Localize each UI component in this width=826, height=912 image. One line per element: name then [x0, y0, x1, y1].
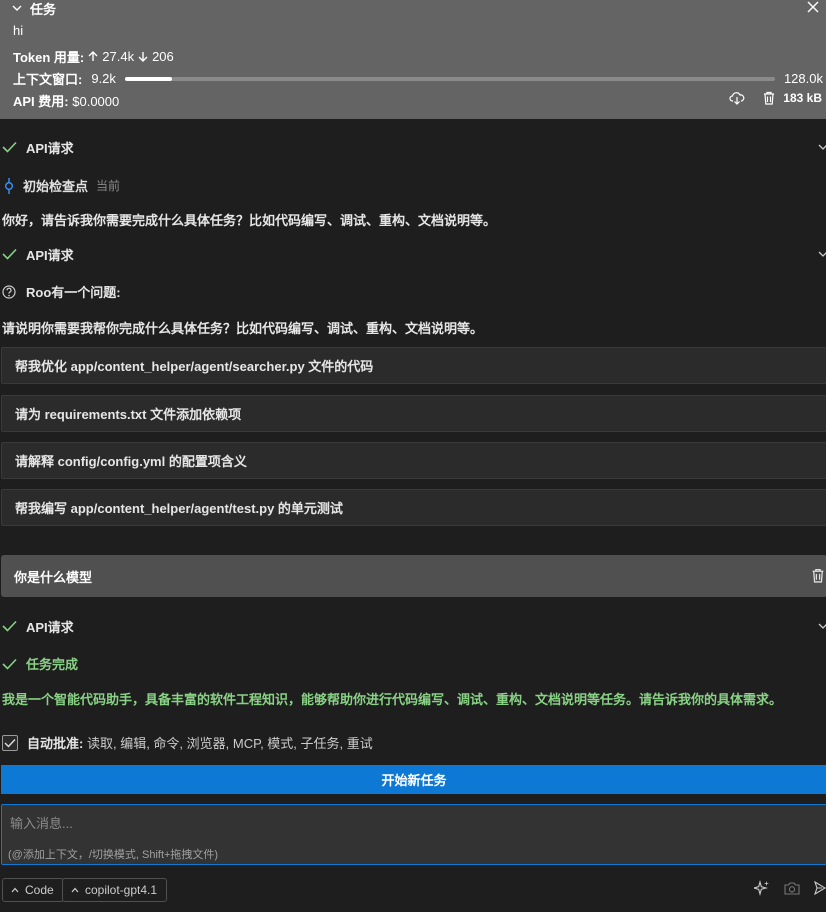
- suggestion-button[interactable]: 帮我优化 app/content_helper/agent/searcher.p…: [1, 347, 826, 384]
- task-title: 任务: [30, 1, 57, 17]
- check-icon: [2, 658, 17, 670]
- context-progress-fill: [124, 76, 172, 81]
- completion-message: 我是一个智能代码助手，具备丰富的软件工程知识，能够帮助你进行代码编写、调试、重构…: [2, 692, 783, 707]
- arrow-up-icon: [88, 51, 98, 61]
- check-icon: [2, 248, 17, 260]
- tokens-up: 27.4k: [102, 49, 135, 64]
- api-request-row[interactable]: API请求: [2, 245, 826, 263]
- message-input-hint: (@添加上下文，/切换模式, Shift+拖拽文件): [8, 849, 219, 861]
- api-request-row[interactable]: API请求: [2, 617, 826, 635]
- mode-label: Code: [25, 883, 54, 897]
- suggestion-button[interactable]: 帮我编写 app/content_helper/agent/test.py 的单…: [1, 489, 826, 526]
- api-request-label: API请求: [26, 247, 74, 263]
- message-input[interactable]: 输入消息... (@添加上下文，/切换模式, Shift+拖拽文件): [1, 804, 826, 865]
- question-label: Roo有一个问题:: [26, 285, 121, 300]
- checkpoint-current-badge: 当前: [96, 179, 121, 193]
- message-input-placeholder: 输入消息...: [10, 816, 73, 831]
- send-icon[interactable]: [814, 881, 826, 895]
- chevron-down-icon: [818, 623, 826, 629]
- checkpoint-label: 初始检查点: [23, 179, 89, 194]
- context-window: 上下文窗口: 9.2k 128.0k: [13, 69, 823, 88]
- task-header: 任务 hi Token 用量: 27.4k 206 上下文窗口: 9.2k 12…: [0, 0, 826, 119]
- context-used: 9.2k: [91, 71, 116, 86]
- task-title-toggle[interactable]: 任务: [12, 0, 57, 17]
- auto-approve-checkbox[interactable]: [2, 734, 18, 751]
- chevron-down-icon: [12, 5, 22, 11]
- check-icon: [2, 141, 17, 153]
- sparkle-icon[interactable]: [754, 880, 770, 896]
- token-usage: Token 用量: 27.4k 206: [13, 47, 174, 66]
- task-complete-label: 任务完成: [26, 657, 79, 672]
- start-new-task-button[interactable]: 开始新任务: [1, 765, 826, 794]
- context-label: 上下文窗口:: [13, 72, 83, 87]
- trash-icon[interactable]: [811, 568, 825, 583]
- tokens-down: 206: [152, 49, 174, 64]
- suggestion-button[interactable]: 请为 requirements.txt 文件添加依赖项: [1, 395, 826, 432]
- checkpoint-row[interactable]: 初始检查点 当前: [3, 176, 120, 195]
- close-icon[interactable]: [806, 0, 820, 14]
- chevron-up-icon: [71, 887, 79, 893]
- input-actions: [754, 880, 826, 896]
- api-cost: API 费用: $0.0000: [13, 91, 119, 110]
- check-icon: [4, 738, 16, 748]
- cloud-download-icon[interactable]: [729, 91, 745, 105]
- model-label: copilot-gpt4.1: [85, 883, 158, 897]
- question-text: 请说明你需要我帮你完成什么具体任务？比如代码编写、调试、重构、文档说明等。: [2, 321, 484, 336]
- chevron-down-icon: [818, 144, 826, 150]
- task-size: 183 kB: [783, 91, 822, 105]
- model-selector[interactable]: copilot-gpt4.1: [62, 878, 168, 902]
- task-complete-header: 任务完成: [2, 654, 78, 673]
- task-size-row: 183 kB: [729, 91, 822, 105]
- context-progress-bar: [124, 76, 775, 81]
- check-icon: [2, 620, 17, 632]
- question-header: Roo有一个问题:: [2, 282, 121, 301]
- mode-selector[interactable]: Code: [2, 878, 64, 902]
- api-request-label: API请求: [26, 140, 74, 156]
- auto-approve-label: 自动批准:: [27, 736, 84, 751]
- user-message-text: 你是什么模型: [14, 569, 93, 585]
- token-label: Token 用量:: [13, 50, 85, 65]
- user-message: 你是什么模型: [1, 555, 826, 597]
- chevron-up-icon: [11, 887, 19, 893]
- cost-value: $0.0000: [72, 94, 120, 109]
- git-commit-icon: [5, 177, 13, 194]
- task-text: hi: [13, 23, 24, 38]
- auto-approve-row[interactable]: 自动批准: 读取, 编辑, 命令, 浏览器, MCP, 模式, 子任务, 重试: [2, 733, 373, 752]
- trash-icon[interactable]: [763, 91, 775, 105]
- api-request-row[interactable]: API请求: [2, 138, 826, 156]
- cost-label: API 费用:: [13, 94, 69, 109]
- api-request-label: API请求: [26, 619, 74, 635]
- suggestion-button[interactable]: 请解释 config/config.yml 的配置项含义: [1, 442, 826, 479]
- context-max: 128.0k: [783, 71, 823, 86]
- camera-icon[interactable]: [784, 881, 800, 895]
- auto-approve-items: 读取, 编辑, 命令, 浏览器, MCP, 模式, 子任务, 重试: [86, 736, 373, 751]
- chevron-down-icon: [818, 251, 826, 257]
- question-icon: [2, 284, 16, 299]
- assistant-message: 你好，请告诉我你需要完成什么具体任务？比如代码编写、调试、重构、文档说明等。: [2, 213, 497, 228]
- arrow-down-icon: [138, 52, 148, 62]
